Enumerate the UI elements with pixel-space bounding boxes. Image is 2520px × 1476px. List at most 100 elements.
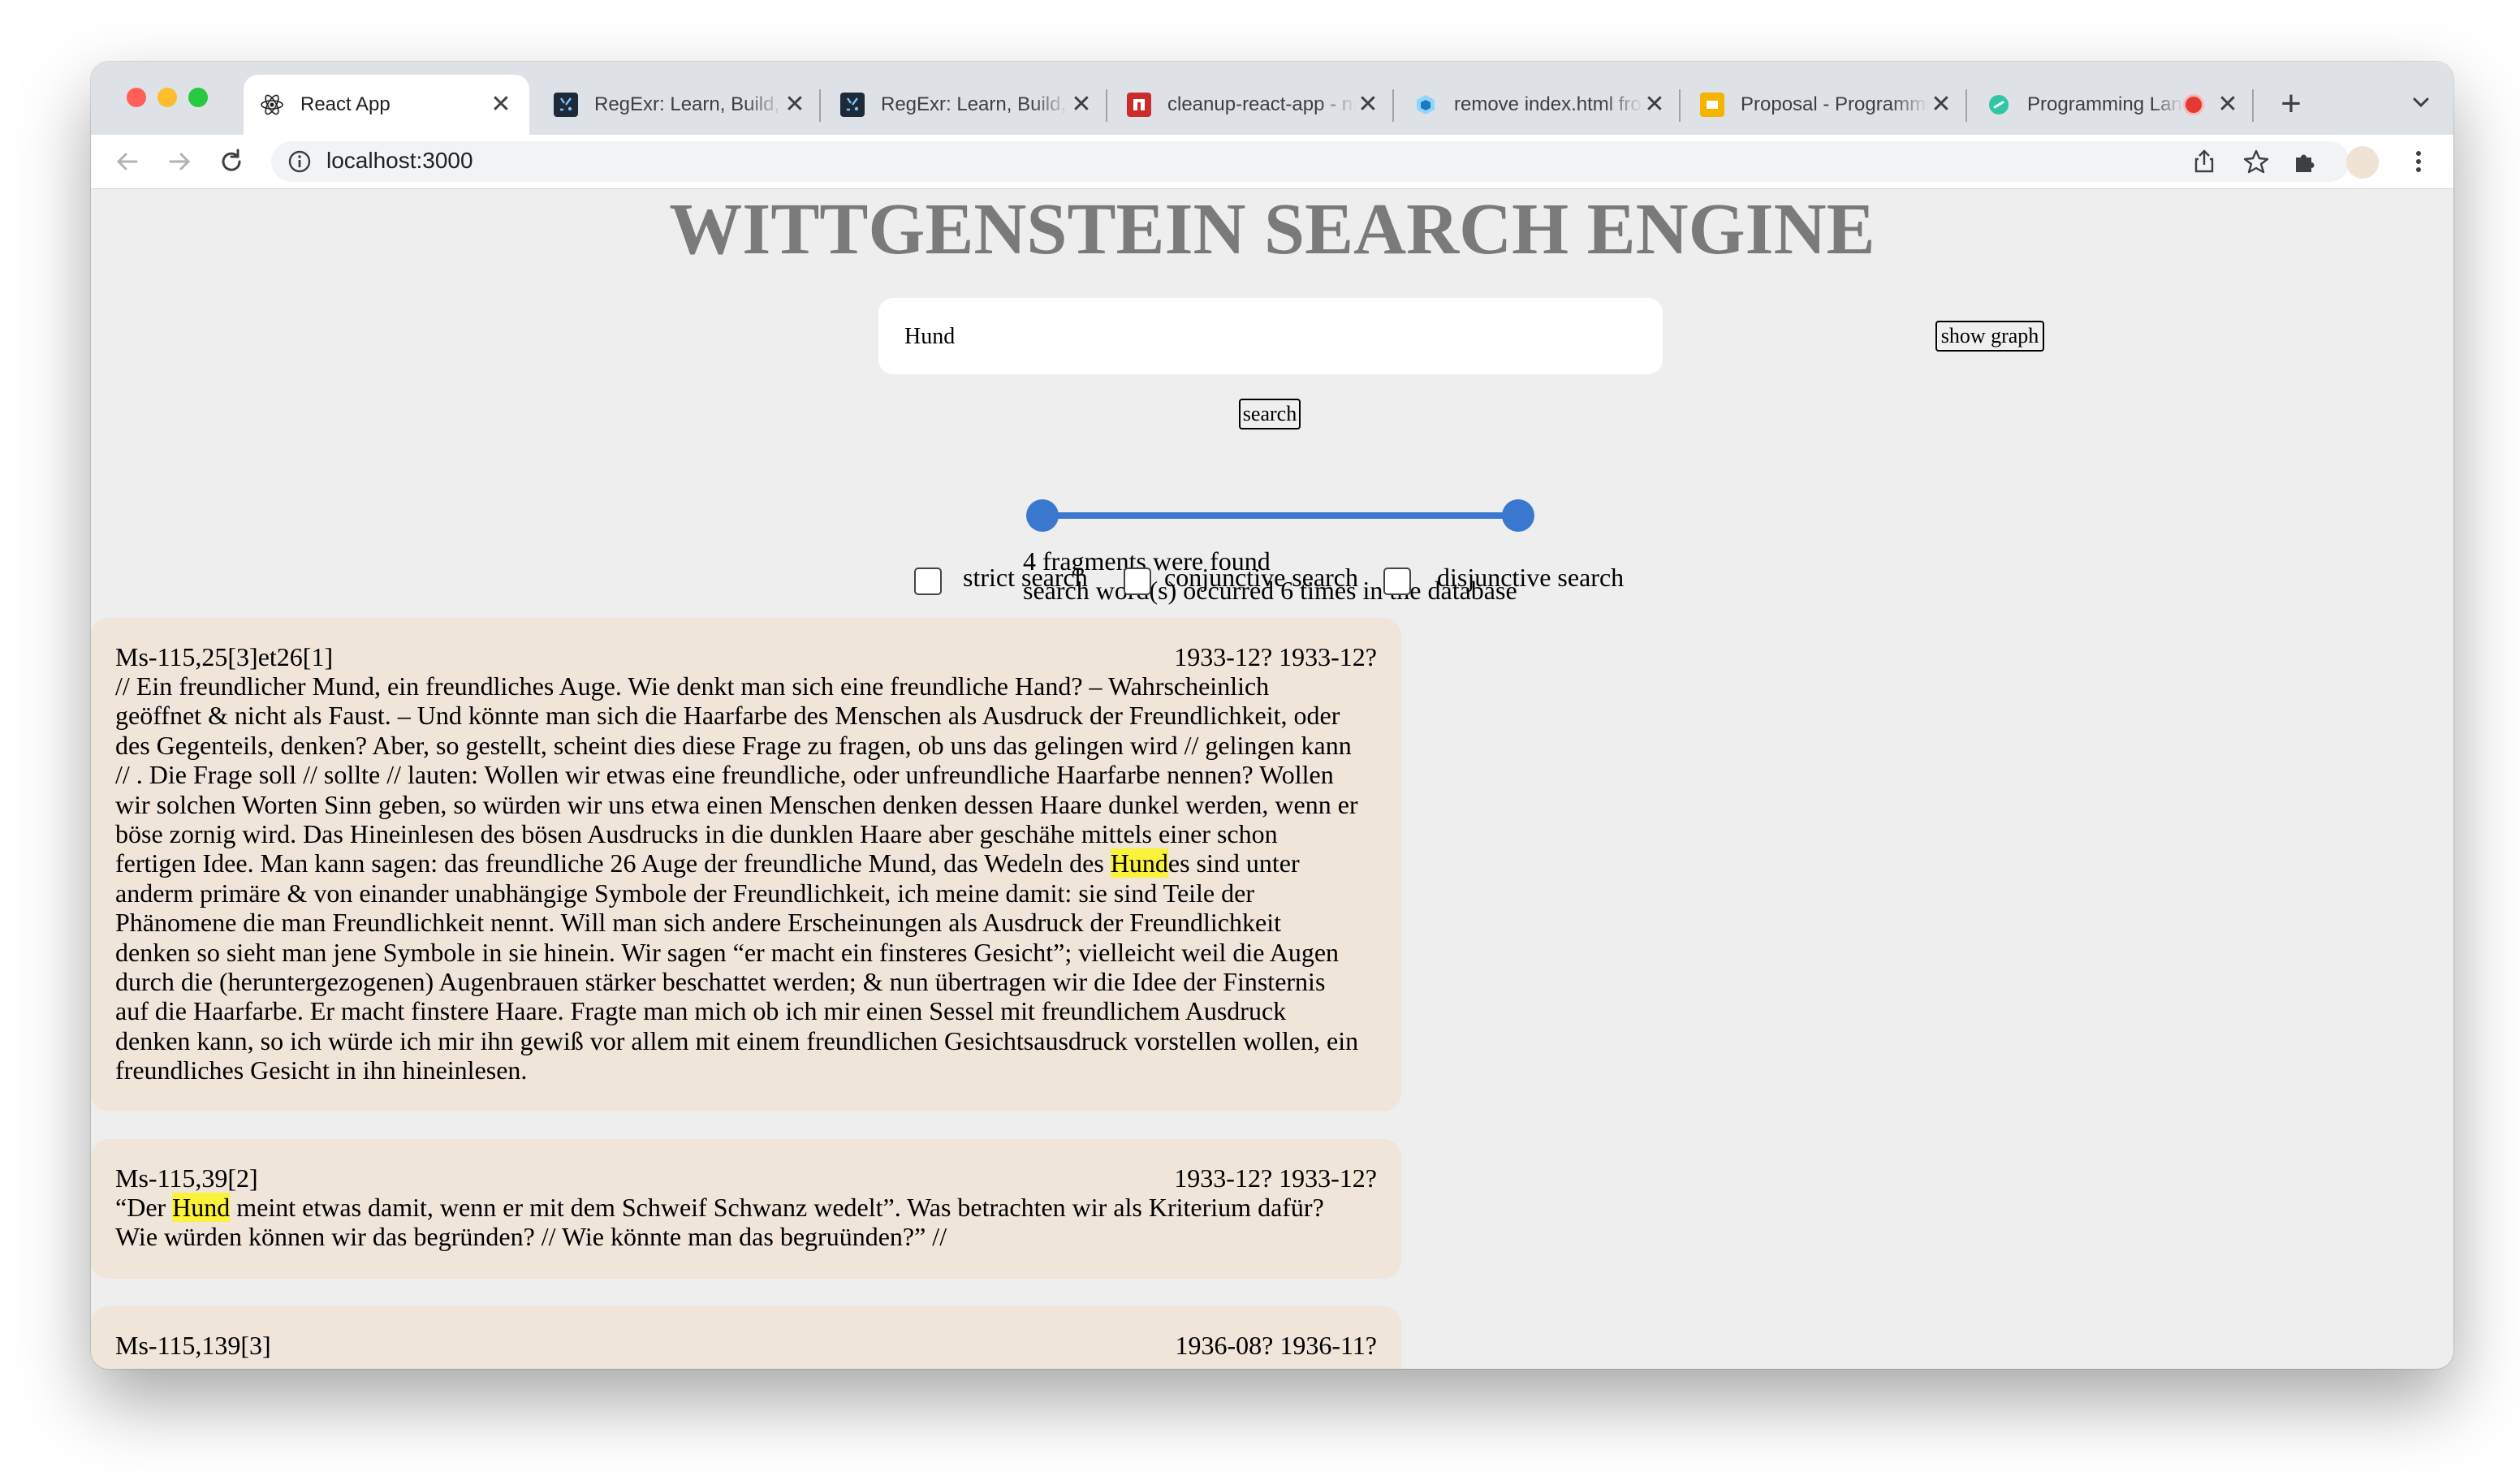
fragment-text-segment: wir solchen Worten Sinn geben, so würden… [115, 789, 1358, 819]
fragment-text-segment: des Gegenteils, denken? Aber, so gestell… [115, 730, 1352, 760]
fragment-text-segment: Phänomene die man Freundlichkeit nennt. … [115, 908, 1281, 938]
fragment-text-segment: Wie würden können wir das begründen? // … [115, 1222, 947, 1252]
fragment-id: Ms-115,25[3]et26[1] [115, 642, 334, 671]
fragment-id: Ms-115,139[3] [115, 1331, 271, 1360]
window-zoom-button[interactable] [188, 88, 208, 107]
fragment-text-segment: durch die (heruntergezogenen) Augenbraue… [115, 967, 1326, 997]
fragment-line: böse zornig wird. Das Hineinlesen des bö… [115, 819, 1382, 848]
forward-arrow-icon[interactable] [161, 143, 198, 180]
tab-separator [2252, 89, 2254, 122]
tab-separator [1966, 89, 1967, 122]
close-icon[interactable]: ✕ [1929, 93, 1953, 117]
extensions-puzzle-icon[interactable] [2288, 145, 2322, 179]
search-hit-highlight: Hund [172, 1193, 231, 1222]
fragment-text-segment: auf die Haarfarbe. Er macht finstere Haa… [115, 996, 1287, 1026]
fragment-text-segment: meint etwas damit, wenn er mit dem Schwe… [230, 1193, 1324, 1222]
fragment-text-segment: // . Die Frage soll // sollte // lauten:… [115, 760, 1334, 790]
tab-separator [1392, 89, 1394, 122]
conjunctive-search-label: conjunctive search [1164, 563, 1358, 592]
reload-icon[interactable] [213, 143, 250, 180]
tab-remove-index-html[interactable]: remove index.html from url ✕ [1397, 75, 1683, 135]
page-content: WITTGENSTEIN SEARCH ENGINE Hund show gra… [91, 189, 2453, 1369]
link-icon [1987, 93, 2011, 117]
disjunctive-search-label: disjunctive search [1437, 563, 1625, 592]
close-icon[interactable]: ✕ [783, 93, 807, 117]
fragment-card: Ms-115,139[3] 1936-08? 1936-11? [91, 1306, 1401, 1369]
webpack-icon [1413, 93, 1438, 117]
tab-separator [819, 89, 821, 122]
fragment-text: // Ein freundlicher Mund, ein freundlich… [115, 671, 1382, 1085]
slides-icon [1700, 93, 1724, 117]
tab-regexr-1[interactable]: RegExr: Learn, Build, & Test RegEx ✕ [537, 75, 823, 135]
share-icon[interactable] [2187, 145, 2221, 179]
fragment-text-segment: denken kann, so ich würde ich mir ihn ge… [115, 1025, 1359, 1055]
fragment-text-segment: es sind unter [1167, 848, 1300, 878]
fragment-line: wir solchen Worten Sinn geben, so würden… [115, 790, 1382, 819]
site-info-icon[interactable] [287, 149, 312, 174]
bookmark-star-icon[interactable] [2239, 145, 2273, 179]
fragment-line: Phänomene die man Freundlichkeit nennt. … [115, 908, 1382, 937]
range-slider-track[interactable] [1039, 512, 1521, 519]
new-tab-button[interactable]: + [2267, 80, 2315, 128]
tab-title: React App [300, 93, 391, 115]
fragment-line: durch die (heruntergezogenen) Augenbraue… [115, 967, 1382, 996]
close-icon[interactable]: ✕ [2216, 93, 2240, 117]
search-hit-highlight: Hund [1110, 848, 1168, 878]
tab-title: remove index.html from url [1454, 93, 1642, 115]
fragment-line: Wie würden können wir das begründen? // … [115, 1222, 1382, 1251]
fragment-text-segment: anderm primäre & von einander unabhängig… [115, 878, 1254, 908]
window-minimize-button[interactable] [158, 88, 177, 107]
tab-regexr-2[interactable]: RegExr: Learn, Build, & Test RegEx ✕ [824, 75, 1110, 135]
tab-title: Programming Languages [2027, 93, 2183, 115]
fragment-text-segment: geöffnet & nicht als Faust. – Und könnte… [115, 701, 1340, 731]
close-icon[interactable]: ✕ [1356, 93, 1380, 117]
strict-search-checkbox[interactable] [914, 568, 942, 595]
strict-search-label: strict search [963, 563, 1088, 592]
recording-icon [2183, 94, 2204, 115]
tab-search-icon[interactable] [2405, 86, 2437, 119]
regexr-icon [840, 93, 865, 117]
fragment-text-segment: böse zornig wird. Das Hineinlesen des bö… [115, 819, 1278, 849]
tab-title: RegExr: Learn, Build, & Test RegEx [594, 93, 783, 115]
tab-proposal[interactable]: Proposal - Programming ✕ [1684, 75, 1970, 135]
profile-avatar[interactable] [2346, 146, 2379, 179]
show-graph-button[interactable]: show graph [1935, 321, 2044, 352]
tab-separator [1679, 89, 1681, 122]
page-title: WITTGENSTEIN SEARCH ENGINE [669, 189, 1875, 270]
kebab-menu-icon[interactable] [2401, 145, 2436, 179]
fragment-text-segment: freundliches Gesicht in ihn hineinlesen. [115, 1055, 528, 1085]
address-bar[interactable]: localhost:3000 [271, 141, 2350, 182]
fragment-line: // Ein freundlicher Mund, ein freundlich… [115, 671, 1382, 701]
conjunctive-search-checkbox[interactable] [1124, 568, 1151, 595]
fragment-line: anderm primäre & von einander unabhängig… [115, 878, 1382, 908]
fragment-dates: 1936-08? 1936-11? [1175, 1331, 1377, 1360]
fragment-line: // . Die Frage soll // sollte // lauten:… [115, 760, 1382, 789]
tab-cleanup-react-app[interactable]: cleanup-react-app - npm ✕ [1111, 75, 1396, 135]
tab-react-app[interactable]: React App ✕ [244, 75, 529, 135]
window-close-button[interactable] [127, 88, 146, 107]
fragment-line: “Der Hund meint etwas damit, wenn er mit… [115, 1193, 1382, 1222]
fragment-id: Ms-115,39[2] [115, 1163, 258, 1193]
tab-strip: React App ✕ RegExr: Learn, Build, & Test… [91, 62, 2453, 135]
range-slider-low-handle[interactable] [1026, 499, 1059, 532]
fragment-line: fertigen Idee. Man kann sagen: das freun… [115, 848, 1382, 878]
close-icon[interactable]: ✕ [1642, 93, 1667, 117]
search-input[interactable]: Hund [878, 298, 1663, 374]
fragment-dates: 1933-12? 1933-12? [1174, 642, 1377, 671]
tab-title: Proposal - Programming [1741, 93, 1929, 115]
search-button[interactable]: search [1239, 399, 1301, 429]
regexr-icon [554, 93, 578, 117]
fragment-card: Ms-115,39[2] 1933-12? 1933-12? “Der Hund… [91, 1139, 1401, 1279]
close-icon[interactable]: ✕ [489, 93, 513, 117]
back-arrow-icon[interactable] [109, 143, 146, 180]
fragment-card: Ms-115,25[3]et26[1] 1933-12? 1933-12? //… [91, 618, 1401, 1111]
range-slider-high-handle[interactable] [1502, 499, 1534, 532]
tab-programming-languages[interactable]: Programming Languages ✕ [1970, 75, 2256, 135]
fragment-text-segment: “Der [115, 1193, 173, 1222]
fragment-text-segment: // Ein freundlicher Mund, ein freundlich… [115, 671, 1270, 701]
close-icon[interactable]: ✕ [1069, 93, 1094, 117]
disjunctive-search-checkbox[interactable] [1383, 568, 1411, 595]
react-icon [260, 93, 284, 117]
url-text: localhost:3000 [326, 148, 473, 173]
tab-title: RegExr: Learn, Build, & Test RegEx [881, 93, 1069, 115]
